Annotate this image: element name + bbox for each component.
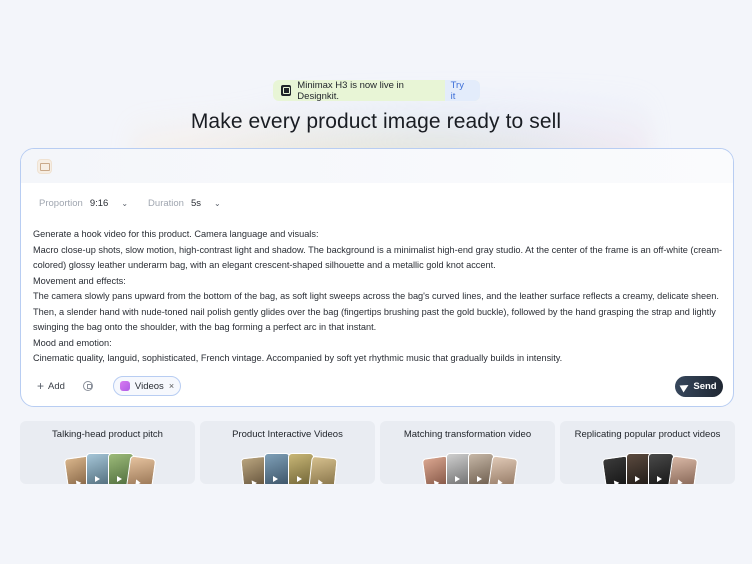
- template-card[interactable]: Product Interactive Videos: [200, 421, 375, 484]
- play-icon: [476, 476, 482, 482]
- send-icon: [679, 381, 691, 392]
- card-thumbnails: [238, 451, 338, 484]
- page-title: Make every product image ready to sell: [190, 110, 562, 133]
- play-icon: [634, 476, 640, 482]
- card-thumbnails: [58, 451, 158, 484]
- announcement-banner: Minimax H3 is now live in Designkit. Try…: [273, 79, 480, 102]
- proportion-value: 9:16: [89, 198, 109, 209]
- play-icon: [134, 479, 141, 484]
- prompt-line: Mood and emotion:: [33, 337, 112, 348]
- play-icon: [676, 479, 683, 484]
- attached-image-thumbnail[interactable]: [37, 159, 52, 174]
- card-title: Matching transformation video: [403, 429, 532, 440]
- video-thumbnail: [487, 455, 518, 484]
- prompt-line: The camera slowly pans upward from the b…: [33, 291, 719, 301]
- app-icon: [281, 85, 292, 96]
- proportion-select[interactable]: Proportion 9:16 ⌄: [35, 198, 132, 209]
- play-icon: [613, 479, 620, 484]
- prompt-line: swinging the bag onto the shoulder, with…: [33, 322, 377, 332]
- prompt-line: colored) glossy leather underarm bag, wi…: [33, 260, 496, 270]
- duration-label: Duration: [148, 198, 184, 209]
- template-cards: Talking-head product pitch Product Inter…: [20, 421, 735, 484]
- add-button[interactable]: + Add: [37, 379, 65, 393]
- prompt-line: Then, a slender hand with nude-toned nai…: [33, 306, 716, 317]
- card-thumbnails: [598, 451, 698, 484]
- chevron-down-icon: ⌄: [121, 199, 129, 208]
- duration-select[interactable]: Duration 5s ⌄: [144, 198, 225, 209]
- video-thumbnail: [263, 453, 290, 484]
- play-icon: [433, 479, 440, 484]
- prompt-line: Macro close-up shots, slow motion, high-…: [33, 244, 723, 255]
- announcement-text: Minimax H3 is now live in Designkit.: [297, 79, 404, 102]
- video-thumbnail: [307, 455, 338, 484]
- send-button[interactable]: Send: [675, 376, 723, 397]
- video-icon: [119, 381, 130, 391]
- video-thumbnail: [125, 455, 156, 484]
- chevron-down-icon: ⌄: [214, 199, 221, 208]
- prompt-line: Cinematic quality, languid, sophisticate…: [33, 353, 563, 363]
- plus-icon: +: [37, 379, 45, 393]
- play-icon: [496, 479, 503, 484]
- try-it-link[interactable]: Try it: [444, 80, 480, 102]
- close-icon[interactable]: ×: [169, 381, 174, 391]
- play-icon: [272, 476, 278, 482]
- prompt-composer: Proportion 9:16 ⌄ Duration 5s ⌄ Generate…: [20, 148, 734, 407]
- add-label: Add: [48, 380, 65, 392]
- card-title: Replicating popular product videos: [574, 429, 721, 440]
- prompt-textarea[interactable]: Generate a hook video for this product. …: [33, 227, 723, 367]
- attachment-bar: [21, 149, 733, 183]
- play-icon: [656, 476, 662, 482]
- proportion-label: Proportion: [39, 198, 83, 209]
- prompt-line: Movement and effects:: [33, 275, 126, 286]
- card-thumbnails: [418, 451, 518, 484]
- model-settings-icon[interactable]: [82, 381, 93, 391]
- play-icon: [296, 476, 302, 482]
- chip-label: Videos: [134, 380, 164, 392]
- card-title: Talking-head product pitch: [52, 429, 163, 440]
- play-icon: [94, 476, 100, 482]
- video-thumbnail: [667, 455, 698, 484]
- template-card[interactable]: Matching transformation video: [380, 421, 555, 484]
- composer-toolbar: + Add Videos ×: [37, 376, 182, 396]
- play-icon: [251, 479, 257, 484]
- play-icon: [454, 476, 460, 482]
- parameter-row: Proportion 9:16 ⌄ Duration 5s ⌄: [35, 198, 225, 209]
- prompt-line: Generate a hook video for this product. …: [33, 229, 319, 239]
- play-icon: [116, 476, 122, 482]
- card-title: Product Interactive Videos: [232, 429, 343, 440]
- play-icon: [75, 479, 82, 484]
- duration-value: 5s: [190, 198, 202, 209]
- send-label: Send: [693, 381, 717, 392]
- template-card[interactable]: Replicating popular product videos: [560, 421, 735, 484]
- videos-mode-chip[interactable]: Videos ×: [112, 376, 182, 396]
- template-card[interactable]: Talking-head product pitch: [20, 421, 195, 484]
- play-icon: [317, 479, 323, 484]
